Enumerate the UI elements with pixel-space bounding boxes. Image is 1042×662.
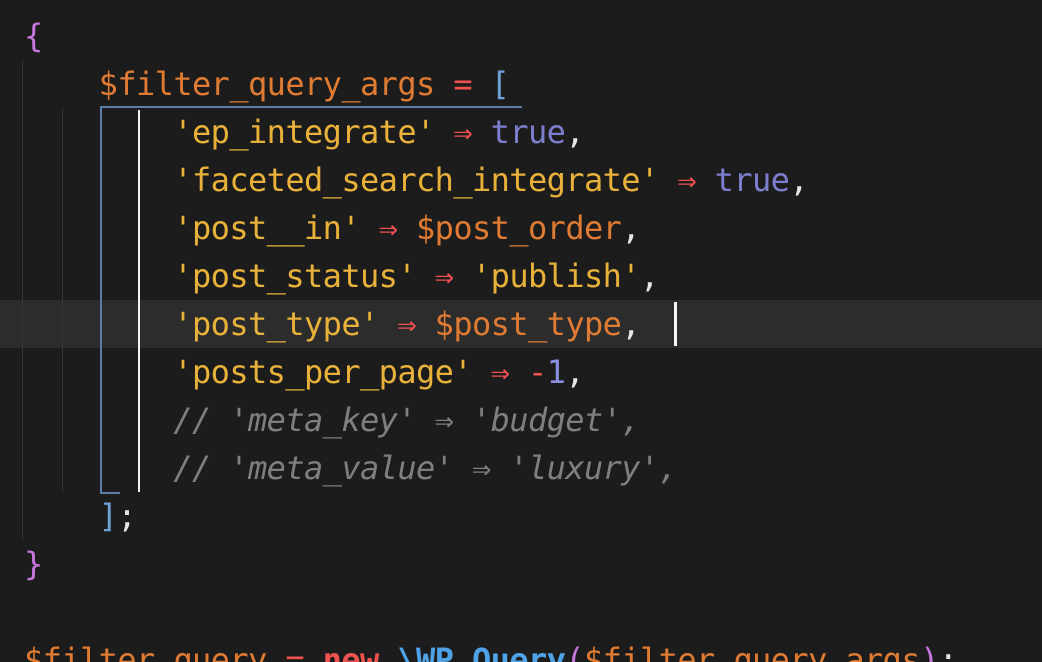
code-line[interactable]: // 'meta_key' ⇒ 'budget', — [24, 396, 1042, 444]
code-token-brace: ( — [565, 641, 585, 662]
code-token-ws — [435, 65, 454, 103]
code-token-ws — [24, 353, 173, 391]
code-token-ws — [397, 209, 416, 247]
code-token-string: 'ep_integrate' — [173, 113, 435, 151]
code-token-operator: ⇒ — [397, 305, 416, 343]
code-token-punctuation: , — [565, 113, 585, 151]
code-token-ws — [416, 305, 435, 343]
code-line[interactable]: ]; — [24, 492, 1042, 540]
code-token-ws — [267, 641, 286, 662]
code-token-string: 'publish' — [472, 257, 641, 295]
code-token-ws — [24, 401, 173, 439]
code-token-ws — [360, 209, 379, 247]
code-token-string: 'post_status' — [173, 257, 416, 295]
code-token-operator: = — [285, 641, 304, 662]
code-token-ws — [24, 209, 173, 247]
code-token-operator: ⇒ — [378, 209, 398, 247]
code-token-ws — [379, 641, 398, 662]
code-token-variable: $filter_query_args — [584, 641, 921, 662]
code-token-operator: ⇒ — [453, 113, 472, 151]
code-token-string: 'post_type' — [173, 305, 379, 343]
code-token-punctuation: , — [640, 257, 659, 295]
code-token-variable: $post_order — [416, 209, 622, 247]
code-token-class_name: \WP_Query — [397, 641, 566, 662]
code-token-ws — [472, 353, 491, 391]
code-token-punctuation: ; — [938, 641, 958, 662]
code-token-ws — [379, 305, 398, 343]
indent-guide — [22, 60, 23, 540]
code-token-punctuation: , — [565, 353, 585, 391]
code-line[interactable]: } — [24, 540, 1042, 588]
code-token-ws — [24, 305, 173, 343]
code-token-ws — [453, 257, 472, 295]
code-line[interactable]: 'post_type' ⇒ $post_type, — [24, 300, 1042, 348]
code-token-keyword_value: true — [714, 161, 790, 199]
text-cursor — [674, 302, 677, 346]
code-token-ws — [472, 113, 491, 151]
code-token-comment: // 'meta_key' ⇒ 'budget', — [173, 401, 640, 439]
code-line[interactable]: 'faceted_search_integrate' ⇒ true, — [24, 156, 1042, 204]
code-line[interactable]: { — [24, 12, 1042, 60]
code-line[interactable]: 'post__in' ⇒ $post_order, — [24, 204, 1042, 252]
code-token-bracket: [ — [490, 65, 510, 103]
code-token-ws — [24, 449, 173, 487]
code-line[interactable]: 'post_status' ⇒ 'publish', — [24, 252, 1042, 300]
code-token-ws — [24, 257, 173, 295]
code-token-ws — [435, 113, 454, 151]
code-token-ws — [24, 497, 99, 535]
code-token-brace: ) — [920, 641, 939, 662]
code-token-string: 'posts_per_page' — [173, 353, 472, 391]
code-line[interactable] — [24, 588, 1042, 636]
code-line[interactable]: // 'meta_value' ⇒ 'luxury', — [24, 444, 1042, 492]
code-token-keyword_new: new — [322, 641, 380, 662]
code-token-variable: $filter_query — [24, 641, 267, 662]
code-token-bracket: ] — [98, 497, 118, 535]
code-token-operator: ⇒ — [434, 257, 454, 295]
code-token-string: 'post__in' — [173, 209, 360, 247]
code-token-operator: ⇒ — [490, 353, 510, 391]
code-token-ws — [509, 353, 528, 391]
code-token-operator: - — [528, 353, 547, 391]
code-token-ws — [304, 641, 323, 662]
code-token-ws — [24, 113, 173, 151]
code-token-ws — [472, 65, 491, 103]
code-line[interactable]: $filter_query_args = [ — [24, 60, 1042, 108]
code-editor[interactable]: { $filter_query_args = [ 'ep_integrate' … — [0, 0, 1042, 662]
code-token-ws — [416, 257, 435, 295]
code-token-ws — [24, 65, 99, 103]
code-token-operator: ⇒ — [677, 161, 696, 199]
code-token-punctuation: , — [621, 209, 641, 247]
code-token-ws — [696, 161, 715, 199]
code-token-ws — [24, 161, 173, 199]
code-token-string: 'faceted_search_integrate' — [173, 161, 659, 199]
code-line[interactable]: 'ep_integrate' ⇒ true, — [24, 108, 1042, 156]
code-line[interactable]: 'posts_per_page' ⇒ -1, — [24, 348, 1042, 396]
code-token-brace: } — [24, 545, 43, 583]
code-token-ws — [659, 161, 678, 199]
code-token-variable: $post_type — [434, 305, 622, 343]
code-token-keyword_value: true — [490, 113, 566, 151]
code-token-number: 1 — [546, 353, 566, 391]
code-token-operator: = — [453, 65, 472, 103]
code-token-punctuation: ; — [117, 497, 137, 535]
code-token-comment: // 'meta_value' ⇒ 'luxury', — [173, 449, 678, 487]
code-line[interactable]: $filter_query = new \WP_Query($filter_qu… — [24, 636, 1042, 662]
code-token-brace: { — [24, 17, 43, 55]
code-token-punctuation: , — [789, 161, 808, 199]
code-token-punctuation: , — [621, 305, 641, 343]
code-token-variable: $filter_query_args — [98, 65, 436, 103]
